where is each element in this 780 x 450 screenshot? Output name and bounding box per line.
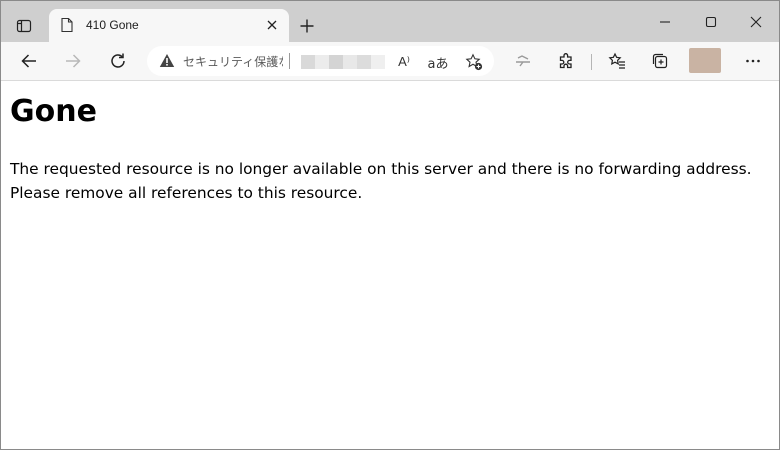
- add-favorite-icon: [465, 53, 483, 71]
- close-window-button[interactable]: [743, 9, 769, 35]
- minimize-button[interactable]: [652, 9, 678, 35]
- toolbar: セキュリティ保護なし A⁾ aあ: [1, 42, 779, 81]
- page-content: Gone The requested resource is no longer…: [1, 81, 779, 449]
- tab-actions-button[interactable]: [11, 13, 37, 39]
- maximize-button[interactable]: [698, 9, 724, 35]
- add-favorite-button[interactable]: [463, 51, 485, 73]
- tab-title: 410 Gone: [86, 18, 139, 32]
- favorites-icon: [608, 52, 625, 69]
- back-arrow-icon: [21, 54, 36, 68]
- page-heading: Gone: [10, 94, 97, 129]
- back-button[interactable]: [15, 47, 43, 75]
- close-window-icon: [750, 16, 762, 28]
- plus-icon: [300, 19, 314, 33]
- address-bar[interactable]: セキュリティ保護なし A⁾ aあ: [147, 46, 494, 76]
- media-icon: [516, 55, 530, 67]
- message-line-1: The requested resource is no longer avai…: [10, 160, 752, 178]
- browser-window: 410 Gone セキュリティ保護 A⁾ aあ Gone The request…: [0, 0, 780, 450]
- collections-button[interactable]: [646, 47, 674, 75]
- security-label[interactable]: セキュリティ保護なし: [183, 53, 283, 70]
- extensions-button[interactable]: [553, 47, 581, 75]
- page-message: The requested resource is no longer avai…: [10, 157, 775, 205]
- address-divider: [289, 53, 290, 69]
- tab-active[interactable]: 410 Gone: [49, 9, 289, 42]
- tab-strip: 410 Gone: [1, 1, 779, 42]
- maximize-icon: [705, 16, 717, 28]
- tab-close-button[interactable]: [263, 16, 281, 34]
- url-text-blurred[interactable]: [301, 55, 385, 69]
- toolbar-separator: [591, 54, 592, 70]
- read-aloud-button[interactable]: A⁾: [393, 51, 415, 73]
- new-tab-button[interactable]: [295, 14, 319, 38]
- minimize-icon: [660, 21, 670, 23]
- message-line-2: Please remove all references to this res…: [10, 184, 363, 202]
- refresh-button[interactable]: [104, 47, 132, 75]
- close-icon: [267, 20, 277, 30]
- more-button[interactable]: [739, 47, 767, 75]
- refresh-icon: [111, 53, 125, 68]
- favorites-button[interactable]: [603, 47, 631, 75]
- read-aloud-icon: A⁾: [398, 54, 410, 69]
- collections-icon: [652, 53, 668, 69]
- forward-button[interactable]: [59, 47, 87, 75]
- tab-actions-icon: [16, 19, 32, 33]
- warning-icon: [159, 54, 175, 67]
- translate-button[interactable]: aあ: [427, 51, 449, 73]
- page-icon: [61, 17, 73, 33]
- profile-avatar[interactable]: [689, 48, 721, 73]
- translate-icon: aあ: [427, 56, 449, 72]
- more-icon: [746, 59, 760, 63]
- extensions-icon: [559, 53, 572, 69]
- media-button[interactable]: [509, 47, 537, 75]
- forward-arrow-icon: [66, 54, 81, 68]
